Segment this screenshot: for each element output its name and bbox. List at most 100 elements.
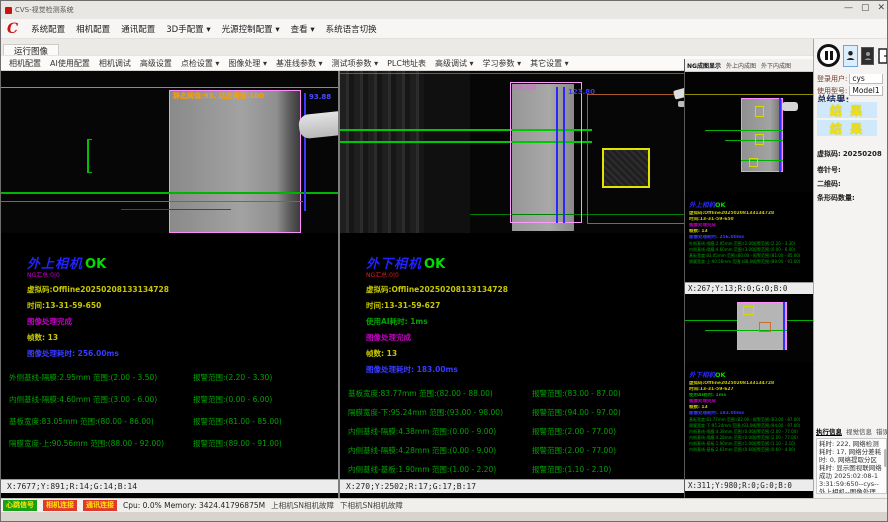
tool-baseline-params[interactable]: 基准线参数 ▾ (276, 58, 323, 69)
info-tabs: 执行信息 视觉信息 错误信息 (816, 426, 888, 436)
user-icon (864, 51, 872, 61)
tab-strip: 运行图像 (1, 39, 813, 55)
menu-3d-config[interactable]: 3D手配置 ▾ (166, 23, 210, 35)
measure-value: 内侧基线-隔膜:4.60mm 范围:(3.00 - 6.00) (9, 394, 193, 405)
maximize-button[interactable]: ▢ (861, 3, 870, 13)
bottom-strip (1, 512, 888, 522)
elapsed-line: 图像处理耗时: 183.00ms (366, 364, 684, 375)
roi-brown-box (759, 322, 771, 332)
measurement-row: 隔膜宽度-下:95.24mm 范围:(93.00 - 98.00)报警范围:(9… (348, 407, 684, 418)
close-button[interactable]: ✕ (877, 3, 885, 13)
green-measure-line (705, 330, 787, 331)
app-window: CVS-视觉检测系统 — ▢ ✕ C 系统配置 相机配置 通讯配置 3D手配置 … (0, 0, 888, 522)
status-ok-label: OK (715, 371, 726, 379)
tool-other-settings[interactable]: 其它设置 ▾ (530, 58, 569, 69)
ng-summary-label: NG汇总:0|0 (366, 272, 684, 279)
camera-title: 外下相机 (366, 257, 422, 272)
result-box-lower: 结 果 (817, 120, 877, 136)
center-camera-image[interactable]: AI检测框 123.80 (340, 71, 684, 233)
tool-test-params[interactable]: 测试项参数 ▾ (332, 58, 379, 69)
status-ok-label: OK (424, 257, 445, 272)
tab-lower-inner[interactable]: 外下内成图 (761, 61, 791, 70)
ai-box-label: AI检测框 (513, 83, 537, 92)
menu-system-config[interactable]: 系统配置 (31, 23, 65, 35)
log-text-area[interactable]: 耗时: 222, 网络检测耗时: 17, 网络分差耗时: 0, 网络提取分区耗时… (816, 438, 887, 494)
left-result-text: 外上相机OK NG汇总:0|0 虚拟码:Offline2025020813313… (1, 233, 338, 479)
user-switch-button[interactable] (861, 47, 874, 65)
menu-light-config[interactable]: 光源控制配置 ▾ (222, 23, 280, 35)
product-region (169, 90, 301, 233)
login-user-row: 登录用户: cys (817, 74, 887, 84)
time-line: 时间:13-31-59-627 (366, 300, 684, 311)
feature-yellow-box (755, 106, 764, 117)
tab-clip-object (298, 111, 338, 140)
done-line: 图像处理完成 (366, 332, 684, 343)
qr-code-label: 二维码: (817, 179, 841, 189)
tool-advanced-settings[interactable]: 高级设置 (140, 58, 172, 69)
machine-structure (340, 71, 424, 233)
measurement-row: 内侧基线-基板:1.90mm 范围:(1.00 - 2.20)报警范围:(1.1… (348, 464, 684, 475)
exit-button[interactable] (877, 46, 888, 65)
alarm-range: 报警范围:(89.00 - 91.00) (193, 438, 282, 449)
frames-line: 帧数: 13 (366, 348, 684, 359)
menu-language-switch[interactable]: 系统语言切换 (326, 23, 377, 35)
panel-divider (338, 71, 340, 498)
log-scrollbar[interactable] (884, 449, 887, 467)
thumbnail-upper-image[interactable] (685, 72, 813, 192)
machine-structure (424, 71, 470, 233)
feature-yellow-box (602, 148, 650, 188)
tab-upper-inner[interactable]: 外上内成图 (726, 61, 756, 70)
green-measure-line (1, 201, 303, 202)
pixel-coords-bar: X:267;Y:13;R:0;G:0;B:0 (685, 282, 813, 294)
virtual-code-row: 虚拟码: 20250208 (817, 149, 887, 159)
tool-ai-config[interactable]: AI使用配置 (50, 58, 90, 69)
tab-ng-display[interactable]: NG成图显示 (687, 61, 721, 70)
measure-value: 内侧基线-基板:2.61mm 范围:(0.60 - 4.00) (689, 447, 753, 453)
measure-value: 隔膜宽度-上:90.56mm 范围:(88.00 - 92.00) (9, 438, 193, 449)
right-sidebar: 登录用户: cys 使用型号: Model1 总结果: 结 果 结 果 虚拟码:… (813, 39, 888, 498)
time-line: 时间:13-31-59-650 (27, 300, 338, 311)
pause-button[interactable] (817, 44, 840, 67)
ai-time-line: 使用AI耗时: 1ms (366, 316, 684, 327)
alarm-range: 报警范围:(94.00 - 97.00) (532, 407, 621, 418)
tool-image-processing[interactable]: 图像处理 ▾ (228, 58, 267, 69)
tab-error-info[interactable]: 错误信息 (876, 426, 888, 436)
exit-door-icon (878, 48, 888, 64)
model-field[interactable]: Model1 (849, 86, 883, 96)
done-line: 图像处理完成 (27, 316, 338, 327)
tool-camera-debug[interactable]: 相机调试 (99, 58, 131, 69)
lower-camera-error-text: 下相机SN相机故障 (340, 500, 403, 511)
feature-yellow-box (749, 158, 758, 167)
tool-plc-address[interactable]: PLC地址表 (387, 58, 426, 69)
tool-spot-check[interactable]: 点检设置 ▾ (181, 58, 220, 69)
left-camera-image[interactable]: 静态阈值:93, 动态阈值:100 93.88 (1, 71, 338, 233)
cpu-memory-text: Cpu: 0.0% Memory: 3424.41796875M (123, 501, 265, 510)
camera-title: 外上相机 (27, 257, 83, 272)
tool-camera-config[interactable]: 相机配置 (9, 58, 41, 69)
status-bar: 心跳信号 相机连接 通讯连接 Cpu: 0.0% Memory: 3424.41… (1, 498, 888, 512)
upper-camera-error-text: 上相机SN相机故障 (271, 500, 334, 511)
tab-vision-info[interactable]: 视觉信息 (846, 426, 872, 436)
status-ok-label: OK (715, 201, 726, 209)
tool-learning-params[interactable]: 学习参数 ▾ (483, 58, 522, 69)
measure-value: 基板宽度:83.05mm 范围:(80.00 - 86.00) (9, 416, 193, 427)
measure-value: 隔膜宽度-下:95.24mm 范围:(93.00 - 98.00) (348, 407, 532, 418)
elapsed-line: 图像处理耗时: 256.00ms (27, 348, 338, 359)
camera-connect-badge: 相机连接 (43, 500, 77, 511)
user-login-button[interactable] (843, 45, 858, 67)
minimize-button[interactable]: — (844, 3, 853, 13)
thumbnail-column: NG成图显示 外上内成图 外下内成图 外上相机OK 虚拟码:Offline202… (685, 59, 813, 498)
green-baseline (340, 73, 684, 74)
pixel-coords-bar: X:311;Y:980;R:0;G:0;B:0 (685, 479, 813, 491)
login-user-field[interactable]: cys (849, 74, 883, 84)
alarm-range: 报警范围:(0.00 - 6.00) (193, 394, 272, 405)
menu-comm-config[interactable]: 通讯配置 (121, 23, 155, 35)
menu-view[interactable]: 查看 ▾ (291, 23, 315, 35)
center-camera-panel: AI检测框 123.80 外下相机OK NG汇总:0|0 虚拟码:Offline… (340, 71, 684, 498)
thumbnail-lower-image[interactable] (685, 296, 813, 362)
alarm-range: 报警范围:(1.10 - 2.10) (532, 464, 611, 475)
tool-advanced-debug[interactable]: 高级调试 ▾ (435, 58, 474, 69)
menu-camera-config[interactable]: 相机配置 (76, 23, 110, 35)
ng-summary-label: NG汇总:0|0 (27, 272, 338, 279)
tab-exec-info[interactable]: 执行信息 (816, 426, 842, 436)
